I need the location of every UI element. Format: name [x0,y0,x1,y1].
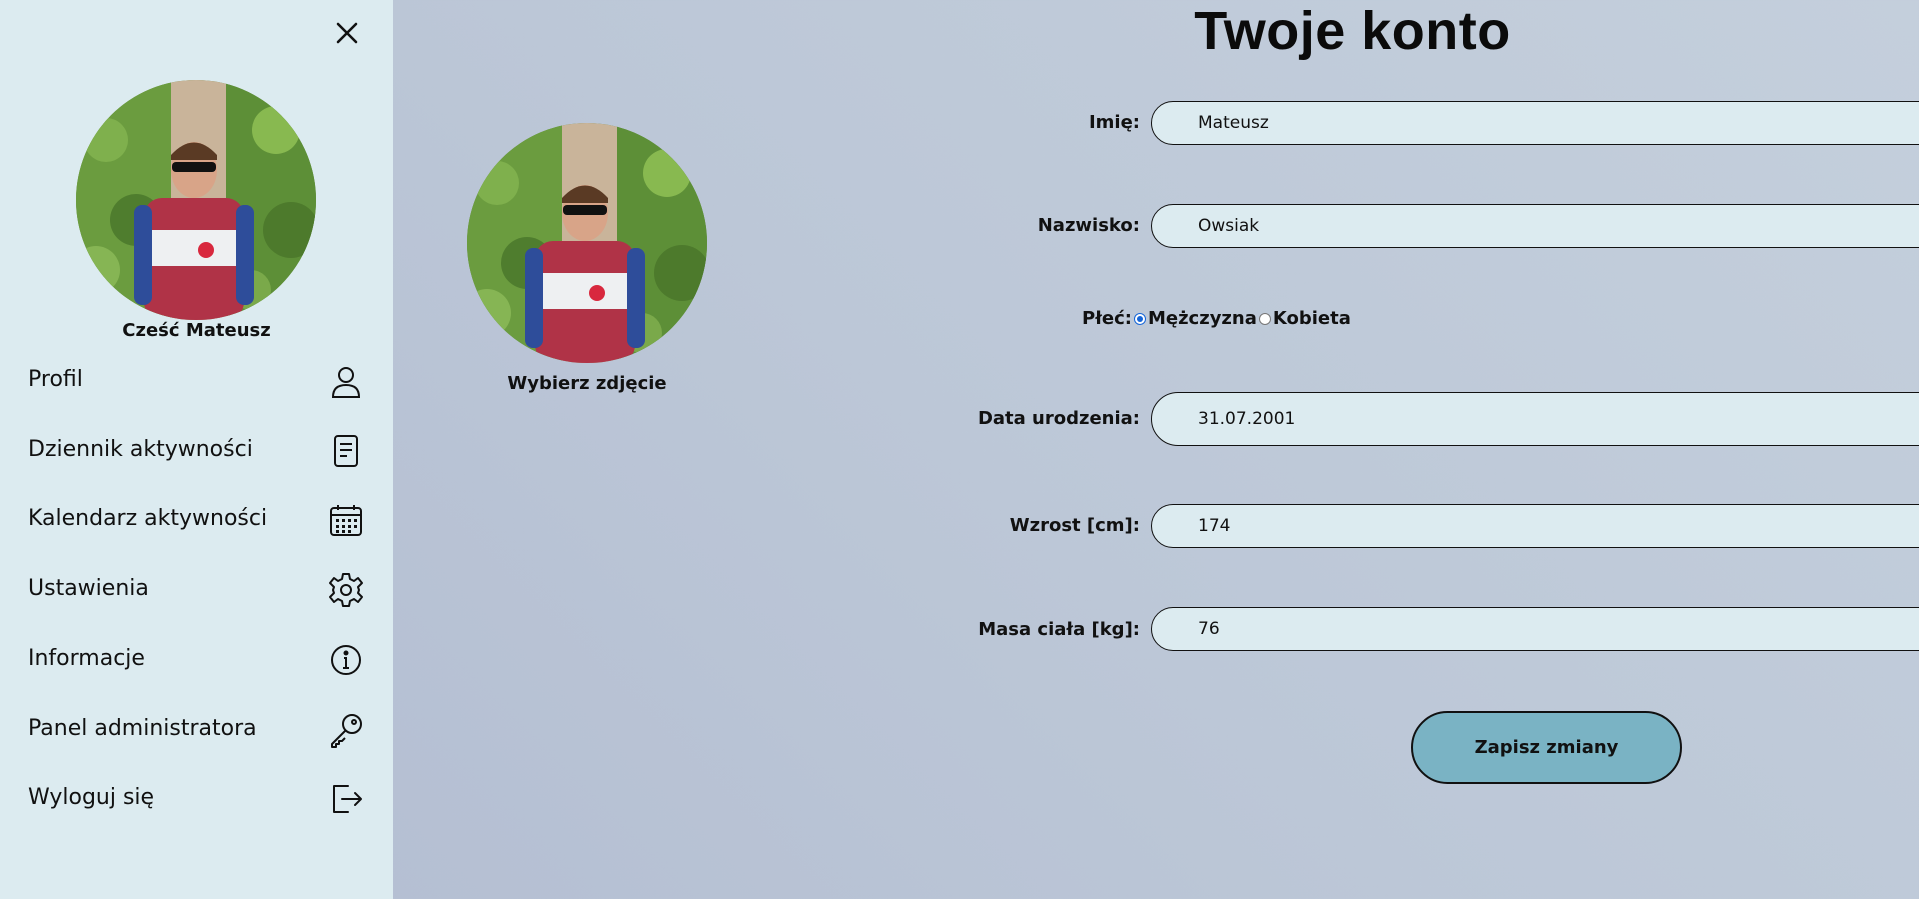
sidebar-item-profil[interactable]: Profil [0,355,393,405]
sidebar-item-panel-administratora[interactable]: Panel administratora [0,704,393,754]
first-name-label: Imię: [1088,112,1140,133]
sidebar-item-dziennik[interactable]: Dziennik aktywności [0,425,393,475]
sidebar-item-label: Informacje [28,646,145,671]
profile-photo[interactable] [467,123,707,363]
gender-female-radio[interactable] [1258,312,1271,325]
gender-group: Płeć: Mężczyzna Kobieta [1082,308,1351,329]
close-sidebar-button[interactable] [330,16,364,50]
gender-male-label[interactable]: Mężczyzna [1148,308,1257,329]
choose-photo-button[interactable]: Wybierz zdjęcie [467,373,707,394]
sidebar-item-informacje[interactable]: Informacje [0,634,393,684]
save-changes-button[interactable]: Zapisz zmiany [1411,711,1682,784]
birth-date-input[interactable] [1151,392,1919,446]
gear-icon [326,570,366,610]
sidebar-item-ustawienia[interactable]: Ustawienia [0,564,393,614]
sidebar-item-wyloguj[interactable]: Wyloguj się [0,773,393,823]
sidebar-item-label: Kalendarz aktywności [28,506,268,531]
gender-label: Płeć: [1082,308,1132,329]
sidebar-item-label: Panel administratora [28,716,257,741]
last-name-label: Nazwisko: [1037,215,1140,236]
sidebar-item-label: Wyloguj się [28,785,155,810]
document-icon [326,431,366,471]
user-icon [326,361,366,401]
sidebar-item-label: Profil [28,367,83,392]
height-input[interactable] [1151,504,1919,548]
last-name-input[interactable] [1151,204,1919,248]
calendar-icon [326,500,366,540]
greeting: Cześć Mateusz [122,320,271,341]
weight-label: Masa ciała [kg]: [978,619,1140,640]
sidebar-item-kalendarz[interactable]: Kalendarz aktywności [0,494,393,544]
gender-female-label[interactable]: Kobieta [1273,308,1351,329]
close-icon [336,22,358,44]
sidebar: Cześć Mateusz Profil Dziennik aktywności… [0,0,393,899]
sidebar-item-label: Dziennik aktywności [28,437,253,462]
birth-date-label: Data urodzenia: [977,408,1140,429]
page-title: Twoje konto [1194,1,1511,61]
height-label: Wzrost [cm]: [1009,515,1140,536]
key-icon [326,710,366,750]
logout-icon [326,779,366,819]
info-icon [326,640,366,680]
first-name-input[interactable] [1151,101,1919,145]
weight-input[interactable] [1151,607,1919,651]
sidebar-item-label: Ustawienia [28,576,149,601]
gender-male-radio[interactable] [1133,312,1146,325]
sidebar-avatar [76,80,316,320]
